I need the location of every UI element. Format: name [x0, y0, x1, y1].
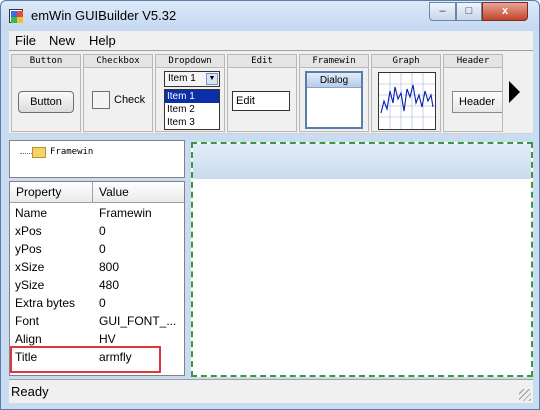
column-header-value[interactable]: Value	[99, 185, 129, 199]
checkbox-sample-box	[92, 91, 110, 109]
close-button[interactable]: x	[482, 2, 528, 21]
tool-dropdown-header: Dropdown	[156, 55, 224, 68]
property-value[interactable]: 0	[99, 296, 106, 310]
title-row-highlight	[10, 346, 161, 373]
tool-header[interactable]: Header Header	[443, 54, 503, 132]
property-row[interactable]: yPos 0	[10, 241, 184, 259]
tool-framewin-header: Framewin	[300, 55, 368, 68]
menu-file[interactable]: File	[15, 33, 36, 48]
dropdown-sample-field: Item 1 ▼	[164, 71, 220, 87]
scroll-right-icon[interactable]	[509, 81, 520, 103]
widget-toolbar: Button Button Checkbox Check Dropdown It…	[9, 50, 533, 134]
property-value[interactable]: Framewin	[99, 206, 152, 220]
chevron-down-icon: ▼	[206, 73, 218, 85]
property-value[interactable]: 800	[99, 260, 119, 274]
dropdown-option: Item 2	[167, 104, 195, 115]
column-divider[interactable]	[92, 182, 93, 203]
property-name: Font	[15, 314, 40, 328]
property-name: ySize	[15, 278, 45, 292]
checkbox-sample-label: Check	[114, 94, 146, 106]
property-value[interactable]: 0	[99, 242, 106, 256]
framewin-caption-bar[interactable]	[193, 144, 531, 179]
tool-button-header: Button	[12, 55, 80, 68]
dropdown-option: Item 1	[165, 90, 219, 103]
window-title: emWin GUIBuilder V5.32	[31, 8, 177, 23]
column-header-property[interactable]: Property	[16, 185, 61, 199]
menu-new[interactable]: New	[49, 33, 75, 48]
tree-item-framewin[interactable]: Framewin	[50, 147, 93, 157]
property-value[interactable]: 0	[99, 224, 106, 238]
tool-dropdown[interactable]: Dropdown Item 1 ▼ Item 1 Item 2 Item 3	[155, 54, 225, 132]
property-name: Name	[15, 206, 48, 220]
property-name: Extra bytes	[15, 296, 76, 310]
design-canvas[interactable]	[191, 142, 533, 377]
property-value[interactable]: HV	[99, 332, 116, 346]
property-row[interactable]: Name Framewin	[10, 205, 184, 223]
property-value[interactable]: 480	[99, 278, 119, 292]
header-sample: Header	[452, 91, 502, 113]
dropdown-sample-selected: Item 1	[168, 73, 196, 84]
dropdown-sample-list: Item 1 Item 2 Item 3	[164, 89, 220, 130]
tool-graph[interactable]: Graph	[371, 54, 441, 132]
tool-checkbox[interactable]: Checkbox Check	[83, 54, 153, 132]
property-row[interactable]: Font GUI_FONT_...	[10, 313, 184, 331]
framewin-sample-caption: Dialog	[307, 73, 361, 88]
tool-edit-header: Edit	[228, 55, 296, 68]
property-row[interactable]: Extra bytes 0	[10, 295, 184, 313]
tool-graph-header: Graph	[372, 55, 440, 68]
menu-bar: File New Help	[9, 31, 533, 50]
resize-grip-icon[interactable]	[519, 389, 531, 401]
status-bar: Ready	[9, 379, 533, 403]
edit-sample: Edit	[232, 91, 290, 111]
tool-edit[interactable]: Edit Edit	[227, 54, 297, 132]
tool-button[interactable]: Button Button	[11, 54, 81, 132]
graph-sample-plot	[379, 73, 435, 129]
tree-connector	[20, 153, 32, 154]
tool-framewin[interactable]: Framewin Dialog	[299, 54, 369, 132]
property-table-header: Property Value	[10, 182, 184, 203]
title-bar: emWin GUIBuilder V5.32 – □ x	[1, 1, 539, 31]
panel-splitter[interactable]	[186, 140, 190, 377]
app-icon	[9, 9, 23, 23]
property-row[interactable]: xPos 0	[10, 223, 184, 241]
minimize-button[interactable]: –	[429, 2, 456, 21]
tool-header-header: Header	[444, 55, 502, 68]
property-name: xPos	[15, 224, 42, 238]
maximize-button[interactable]: □	[456, 2, 482, 21]
status-text: Ready	[11, 384, 49, 399]
app-window: emWin GUIBuilder V5.32 – □ x File New He…	[0, 0, 540, 410]
folder-icon	[32, 147, 46, 158]
button-sample: Button	[18, 91, 74, 113]
tool-checkbox-header: Checkbox	[84, 55, 152, 68]
property-name: Align	[15, 332, 42, 346]
property-row[interactable]: ySize 480	[10, 277, 184, 295]
property-row[interactable]: xSize 800	[10, 259, 184, 277]
widget-tree: Framewin	[9, 140, 185, 178]
property-name: yPos	[15, 242, 42, 256]
property-name: xSize	[15, 260, 45, 274]
menu-help[interactable]: Help	[89, 33, 116, 48]
framewin-sample: Dialog	[305, 71, 363, 129]
graph-sample	[378, 72, 436, 130]
property-value[interactable]: GUI_FONT_...	[99, 314, 176, 328]
dropdown-option: Item 3	[167, 117, 195, 128]
